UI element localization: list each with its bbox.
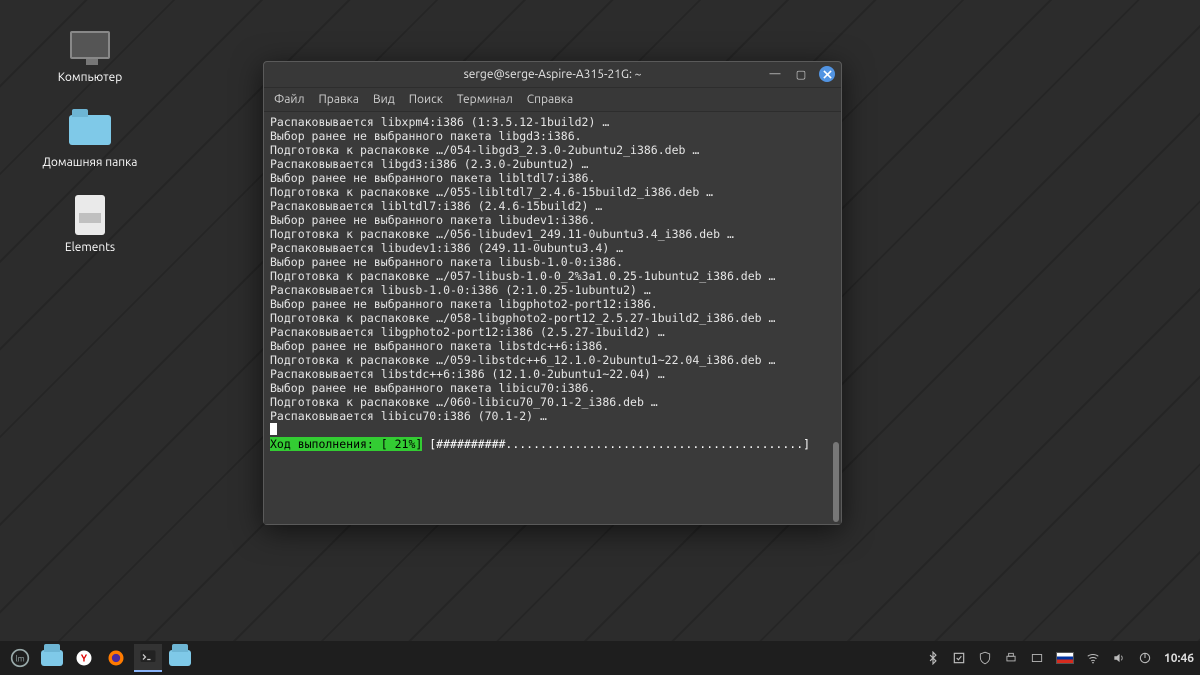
terminal-line: Подготовка к распаковке …/058-libgphoto2…	[270, 311, 835, 325]
terminal-menubar: Файл Правка Вид Поиск Терминал Справка	[264, 88, 841, 112]
svg-text:lm: lm	[15, 653, 24, 663]
progress-line: Ход выполнения: [ 21%] [##########......…	[270, 437, 835, 451]
desktop-icon-home[interactable]: Домашняя папка	[40, 110, 140, 169]
terminal-line: Распаковывается libgphoto2-port12:i386 (…	[270, 325, 835, 339]
desktop-icon-label: Elements	[40, 241, 140, 254]
terminal-line: Выбор ранее не выбранного пакета libgd3:…	[270, 129, 835, 143]
window-titlebar[interactable]: serge@serge-Aspire-A315-21G: ~ — ▢	[264, 62, 841, 88]
menu-view[interactable]: Вид	[373, 93, 395, 106]
terminal-line: Выбор ранее не выбранного пакета libgpho…	[270, 297, 835, 311]
terminal-line: Выбор ранее не выбранного пакета libstdc…	[270, 339, 835, 353]
minimize-button[interactable]: —	[767, 66, 783, 82]
menu-search[interactable]: Поиск	[409, 93, 443, 106]
window-title: serge@serge-Aspire-A315-21G: ~	[464, 68, 642, 81]
cursor	[270, 423, 277, 435]
updates-icon[interactable]	[952, 651, 966, 665]
wifi-icon[interactable]	[1086, 651, 1100, 665]
desktop-icon-computer[interactable]: Компьютер	[40, 25, 140, 84]
clock[interactable]: 10:46	[1164, 652, 1194, 665]
terminal-line: Подготовка к распаковке …/056-libudev1_2…	[270, 227, 835, 241]
desktop-icon-label: Компьютер	[40, 71, 140, 84]
terminal-line: Распаковывается libstdc++6:i386 (12.1.0-…	[270, 367, 835, 381]
terminal-body[interactable]: Распаковывается libxpm4:i386 (1:3.5.12-1…	[264, 112, 841, 524]
keyboard-layout-ru[interactable]	[1056, 652, 1074, 664]
terminal-line: Распаковывается libicu70:i386 (70.1-2) …	[270, 409, 835, 423]
menu-file[interactable]: Файл	[274, 93, 305, 106]
close-button[interactable]	[819, 66, 835, 82]
menu-terminal[interactable]: Терминал	[457, 93, 513, 106]
svg-text:Y: Y	[81, 652, 88, 663]
menu-launcher[interactable]: lm	[6, 644, 34, 672]
terminal-line: Распаковывается libusb-1.0-0:i386 (2:1.0…	[270, 283, 835, 297]
terminal-line: Подготовка к распаковке …/054-libgd3_2.3…	[270, 143, 835, 157]
taskbar-yandex[interactable]: Y	[70, 644, 98, 672]
taskbar-terminal[interactable]	[134, 644, 162, 672]
printer-icon[interactable]	[1004, 651, 1018, 665]
drive-icon	[75, 195, 105, 235]
shield-icon[interactable]	[978, 651, 992, 665]
terminal-line: Распаковывается libxpm4:i386 (1:3.5.12-1…	[270, 115, 835, 129]
bluetooth-icon[interactable]	[926, 651, 940, 665]
terminal-line: Подготовка к распаковке …/057-libusb-1.0…	[270, 269, 835, 283]
maximize-button[interactable]: ▢	[793, 66, 809, 82]
terminal-line: Подготовка к распаковке …/055-libltdl7_2…	[270, 185, 835, 199]
taskbar: lm Y 10:46	[0, 641, 1200, 675]
power-icon[interactable]	[1138, 651, 1152, 665]
terminal-line: Распаковывается libgd3:i386 (2.3.0-2ubun…	[270, 157, 835, 171]
folder-icon	[169, 650, 191, 666]
terminal-line: Подготовка к распаковке …/059-libstdc++6…	[270, 353, 835, 367]
terminal-line: Выбор ранее не выбранного пакета libltdl…	[270, 171, 835, 185]
terminal-line: Выбор ранее не выбранного пакета libusb-…	[270, 255, 835, 269]
menu-help[interactable]: Справка	[527, 93, 573, 106]
taskbar-files-open[interactable]	[166, 644, 194, 672]
desktop-icon-label: Домашняя папка	[40, 156, 140, 169]
terminal-line: Выбор ранее не выбранного пакета libicu7…	[270, 381, 835, 395]
monitor-icon	[70, 31, 110, 59]
desktop-icon-elements[interactable]: Elements	[40, 195, 140, 254]
folder-icon	[69, 115, 111, 145]
volume-icon[interactable]	[1112, 651, 1126, 665]
terminal-line: Распаковывается libltdl7:i386 (2.4.6-15b…	[270, 199, 835, 213]
folder-icon	[41, 650, 63, 666]
terminal-line: Распаковывается libudev1:i386 (249.11-0u…	[270, 241, 835, 255]
terminal-window[interactable]: serge@serge-Aspire-A315-21G: ~ — ▢ Файл …	[263, 61, 842, 525]
taskbar-firefox[interactable]	[102, 644, 130, 672]
terminal-line: Выбор ранее не выбранного пакета libudev…	[270, 213, 835, 227]
terminal-scrollbar[interactable]	[833, 162, 839, 522]
terminal-scrollbar-thumb[interactable]	[833, 442, 839, 522]
terminal-line: Подготовка к распаковке …/060-libicu70_7…	[270, 395, 835, 409]
menu-edit[interactable]: Правка	[319, 93, 359, 106]
disk-icon[interactable]	[1030, 651, 1044, 665]
taskbar-filemanager[interactable]	[38, 644, 66, 672]
